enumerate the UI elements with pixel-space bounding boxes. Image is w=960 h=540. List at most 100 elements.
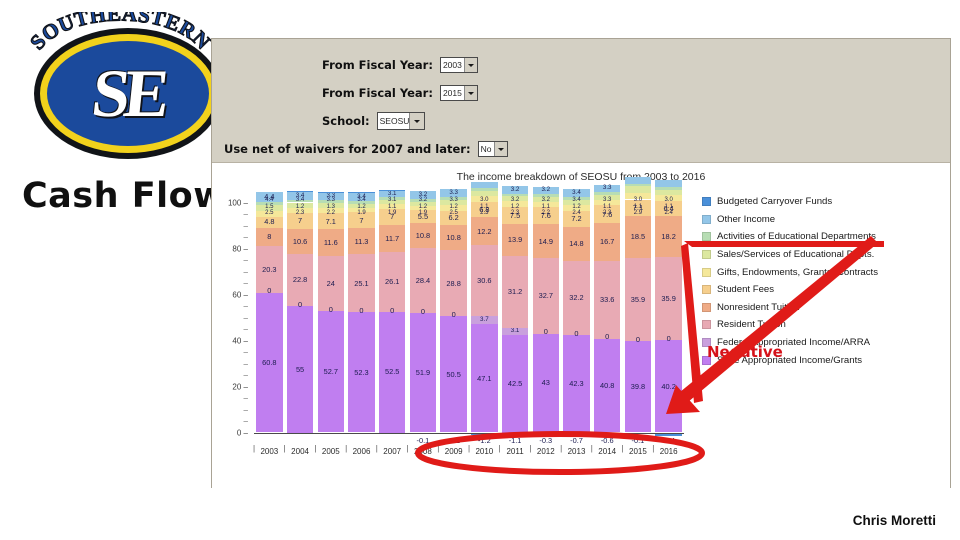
legend-item[interactable]: Other Income bbox=[702, 211, 942, 229]
bar-segment[interactable]: 52.7 bbox=[317, 311, 344, 433]
bar-column[interactable]: 42.5 3.1 31.2 13.9 7.5 3.2 bbox=[501, 186, 529, 444]
bar-column[interactable]: 40.8 33.6 16.7 7.6 3.3 0 bbox=[594, 184, 621, 444]
bar-segment[interactable] bbox=[624, 186, 652, 193]
bar-segment[interactable]: 11.7 bbox=[379, 224, 406, 252]
bar-segment[interactable]: 33.6 bbox=[594, 261, 621, 339]
small-series-value-label: 3.4 bbox=[572, 197, 581, 203]
y-tick-label: 20 – bbox=[232, 382, 248, 391]
chevron-down-icon[interactable] bbox=[408, 113, 424, 129]
bar-segment[interactable]: 50.5 bbox=[440, 316, 467, 433]
bar-segment[interactable]: 18.2 bbox=[655, 215, 682, 258]
legend-item[interactable]: Student Fees bbox=[702, 281, 942, 299]
bar-column[interactable]: 52.5 26.1 11.7 7 3.1 0 bbox=[379, 189, 406, 444]
bar-segment[interactable]: 10.8 bbox=[409, 222, 437, 248]
bar-segment[interactable]: 13.9 bbox=[501, 223, 529, 256]
legend-item[interactable]: Nonresident Tuition bbox=[702, 299, 942, 317]
chevron-down-icon[interactable] bbox=[463, 86, 477, 100]
bar-segment[interactable]: 40.8 bbox=[594, 338, 621, 433]
bar-segment[interactable] bbox=[317, 191, 344, 193]
net-of-waivers-select[interactable]: No bbox=[477, 141, 508, 157]
bar-segment[interactable]: 11.6 bbox=[317, 229, 344, 257]
bar-segment[interactable]: 55 bbox=[286, 306, 314, 433]
bar-segment[interactable]: 11.3 bbox=[348, 228, 375, 255]
bar-segment[interactable]: 32.2 bbox=[563, 261, 590, 336]
bar-segment[interactable]: 31.2 bbox=[501, 255, 529, 328]
bar-segment[interactable] bbox=[348, 192, 375, 194]
bar-column[interactable]: 43 32.7 14.9 7.6 3.2 0 bbox=[532, 186, 559, 444]
bar-segment[interactable] bbox=[655, 180, 682, 188]
bar-column[interactable]: 55 22.8 10.6 7 3.4 0 bbox=[286, 190, 314, 444]
small-series-value-label: 2.4 bbox=[572, 210, 581, 216]
bar-segment[interactable]: 47.1 bbox=[471, 324, 498, 433]
from-fiscal-year-select-1[interactable]: 2003 bbox=[439, 57, 478, 73]
bar-segment[interactable] bbox=[471, 188, 498, 191]
bar-segment[interactable] bbox=[471, 191, 498, 197]
bar-segment[interactable]: 14.8 bbox=[563, 227, 590, 262]
bar-column[interactable]: 40.2 35.9 18.2 6.4 0 bbox=[655, 180, 682, 444]
legend-item[interactable]: Budgeted Carryover Funds bbox=[702, 193, 942, 211]
school-select[interactable]: SEOSU bbox=[376, 112, 425, 130]
bar-segment[interactable]: 3.2 bbox=[501, 186, 529, 194]
bar-segment[interactable] bbox=[624, 183, 652, 187]
x-tick-label: 2010 bbox=[475, 447, 494, 456]
bar-segment[interactable]: 28.8 bbox=[440, 250, 467, 317]
bar-segment[interactable]: 10.8 bbox=[440, 225, 467, 251]
bar-segment[interactable]: 42.5 bbox=[501, 334, 529, 433]
bar-segment[interactable]: 32.7 bbox=[532, 258, 559, 334]
bar-segment[interactable]: 3.1 bbox=[501, 327, 529, 335]
chevron-down-icon[interactable] bbox=[463, 58, 477, 72]
bar-segment[interactable]: 43 bbox=[532, 333, 559, 433]
bar-segment[interactable]: 22.8 bbox=[286, 253, 314, 306]
bar-column[interactable]: 47.1 3.7 30.6 12.2 6.8 bbox=[471, 181, 498, 444]
bar-segment[interactable] bbox=[286, 190, 314, 192]
bar-segment[interactable]: 40.2 bbox=[655, 340, 682, 433]
bar-column[interactable]: 52.7 24 11.6 7.1 3.3 0 bbox=[317, 191, 344, 444]
bar-segment[interactable]: 3.2 bbox=[532, 186, 559, 194]
bar-segment[interactable]: 26.1 bbox=[379, 251, 406, 312]
bar-column[interactable]: 42.3 32.2 14.8 7.2 3.4 0 bbox=[563, 188, 590, 444]
bar-segment[interactable]: 14.9 bbox=[532, 224, 559, 259]
bar-segment[interactable] bbox=[471, 181, 498, 189]
bar-column[interactable]: 39.8 35.9 18.5 7.1 0 bbox=[624, 176, 652, 444]
bar-segment[interactable]: 39.8 bbox=[624, 340, 652, 433]
bar-segment[interactable] bbox=[655, 189, 682, 196]
bar-segment[interactable]: 28.4 bbox=[409, 247, 437, 314]
bar-column[interactable]: 50.5 28.8 10.8 6.2 3.3 0 bbox=[440, 189, 467, 444]
bar-segment[interactable]: 16.7 bbox=[594, 222, 621, 262]
bar-segment[interactable]: 3.4 bbox=[563, 188, 590, 197]
bar-segment[interactable] bbox=[594, 192, 621, 195]
chevron-down-icon[interactable] bbox=[493, 142, 507, 156]
legend-item[interactable]: Gifts, Endowments, Grants, Contracts bbox=[702, 263, 942, 281]
legend-item[interactable]: Resident Tuition bbox=[702, 316, 942, 334]
bar-segment[interactable]: 35.9 bbox=[655, 257, 682, 341]
small-series-value-label: 3.2 bbox=[510, 197, 520, 203]
from-fiscal-year-select-2[interactable]: 2015 bbox=[439, 85, 478, 101]
bar-column[interactable]: 60.8 20.3 8 4.8 4.4 0 bbox=[256, 191, 283, 444]
bar-segment[interactable] bbox=[624, 176, 652, 184]
legend-item[interactable]: Sales/Services of Educational Depts. bbox=[702, 246, 942, 264]
bar-segment[interactable]: 42.3 bbox=[563, 335, 590, 433]
bar-segment[interactable]: 4.8 bbox=[256, 216, 283, 228]
bar-segment[interactable]: 8 bbox=[256, 227, 283, 246]
bar-segment[interactable]: 24 bbox=[317, 256, 344, 312]
bar-segment[interactable]: 18.5 bbox=[624, 215, 652, 259]
bar-segment[interactable]: 51.9 bbox=[409, 313, 437, 433]
bar-segment[interactable] bbox=[655, 187, 682, 190]
bar-segment[interactable]: 12.2 bbox=[471, 217, 498, 246]
legend-item[interactable]: Activities of Educational Departments bbox=[702, 228, 942, 246]
bar-segment[interactable] bbox=[501, 193, 529, 197]
bar-segment[interactable]: 60.8 bbox=[256, 292, 283, 433]
bar-segment[interactable]: 30.6 bbox=[471, 245, 498, 316]
bar-segment[interactable]: 10.6 bbox=[286, 229, 314, 254]
bar-segment[interactable]: 3.3 bbox=[594, 184, 621, 193]
legend-label: Nonresident Tuition bbox=[717, 301, 800, 313]
bar-segment[interactable]: 52.3 bbox=[348, 312, 375, 433]
bar-segment[interactable]: 3.3 bbox=[440, 189, 467, 197]
bar-column[interactable]: 52.3 25.1 11.3 7 3.4 0 bbox=[348, 191, 375, 444]
bar-segment[interactable]: 35.9 bbox=[624, 258, 652, 341]
legend-label: Activities of Educational Departments bbox=[717, 231, 876, 243]
bar-segment[interactable]: 25.1 bbox=[348, 254, 375, 313]
bar-segment[interactable]: 52.5 bbox=[379, 311, 406, 433]
bar-segment[interactable]: 3.7 bbox=[471, 315, 498, 325]
bar-column[interactable]: 51.9 28.4 10.8 5.5 3.2 0 bbox=[409, 191, 437, 444]
